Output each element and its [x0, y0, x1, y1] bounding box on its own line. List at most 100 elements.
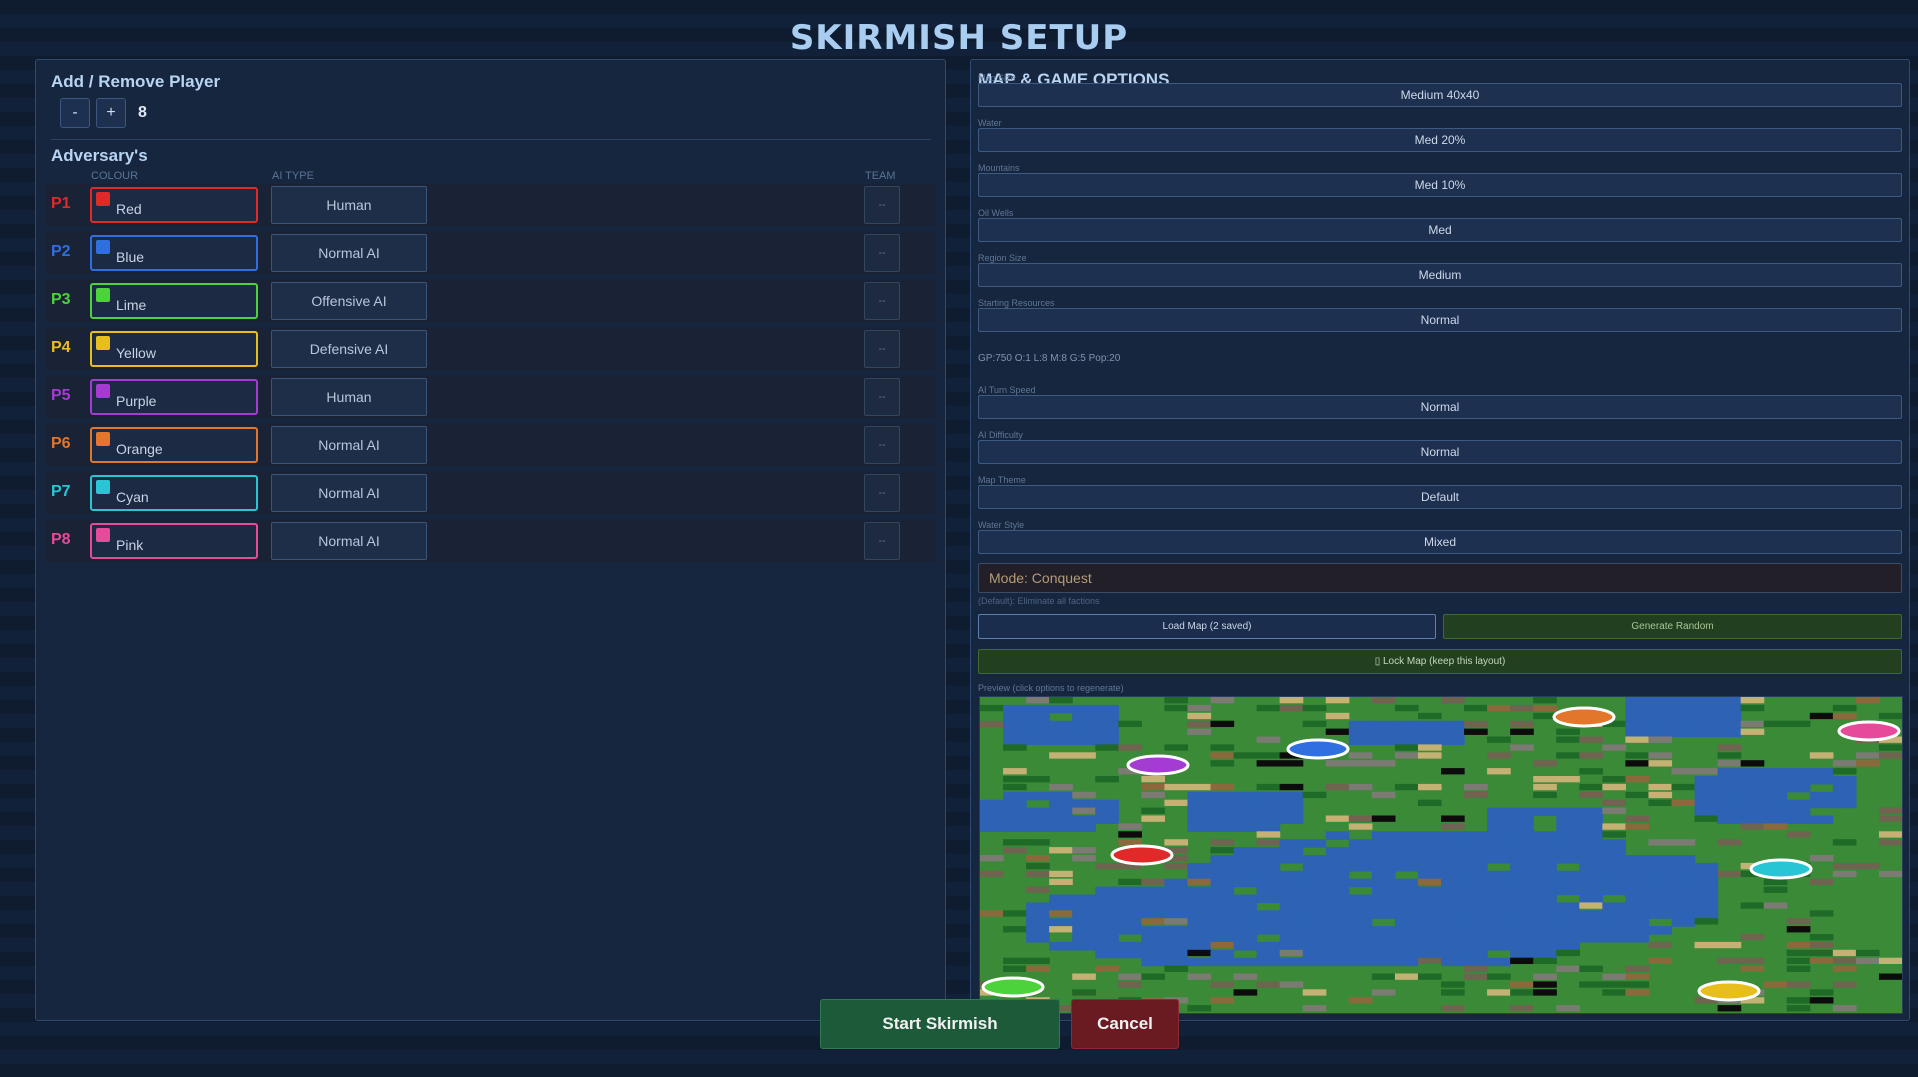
ai-type-select[interactable]: Offensive AI [271, 282, 427, 320]
color-name: Yellow [116, 345, 156, 361]
color-select[interactable]: Yellow [90, 331, 258, 367]
color-swatch [96, 240, 110, 254]
mode-description: (Default): Eliminate all factions [978, 596, 1100, 606]
ai-type-select[interactable]: Normal AI [271, 426, 427, 464]
option-select[interactable]: Medium 40x40 [978, 83, 1902, 107]
player-row: P6 Orange Normal AI -- [45, 424, 936, 466]
option-select[interactable]: Med 20% [978, 128, 1902, 152]
option-select[interactable]: Normal [978, 395, 1902, 419]
preview-label: Preview (click options to regenerate) [978, 683, 1124, 693]
ai-type-select[interactable]: Normal AI [271, 234, 427, 272]
option-select[interactable]: Normal [978, 440, 1902, 464]
color-select[interactable]: Blue [90, 235, 258, 271]
option-label: Region Size [978, 253, 1027, 263]
team-select[interactable]: -- [864, 282, 900, 320]
option-select[interactable]: Default [978, 485, 1902, 509]
player-row: P4 Yellow Defensive AI -- [45, 328, 936, 370]
color-swatch [96, 432, 110, 446]
option-select[interactable]: Med 10% [978, 173, 1902, 197]
option-label: Oil Wells [978, 208, 1014, 218]
color-select[interactable]: Red [90, 187, 258, 223]
color-name: Blue [116, 249, 145, 265]
color-name: Cyan [116, 489, 149, 505]
player-id: P5 [51, 387, 71, 404]
mode-select[interactable]: Mode: Conquest [978, 563, 1902, 593]
player-row: P5 Purple Human -- [45, 376, 936, 418]
player-row: P3 Lime Offensive AI -- [45, 280, 936, 322]
ai-type-select[interactable]: Normal AI [271, 474, 427, 512]
option-label: AI Difficulty [978, 430, 1023, 440]
color-name: Orange [116, 441, 163, 457]
color-swatch [96, 288, 110, 302]
option-select[interactable]: Medium [978, 263, 1902, 287]
player-id: P3 [51, 291, 71, 308]
color-select[interactable]: Pink [90, 523, 258, 559]
color-swatch [96, 192, 110, 206]
color-select[interactable]: Purple [90, 379, 258, 415]
team-select[interactable]: -- [864, 474, 900, 512]
map-preview[interactable] [979, 696, 1903, 1014]
color-swatch [96, 480, 110, 494]
color-swatch [96, 528, 110, 542]
player-start-marker-p5 [1126, 754, 1190, 776]
option-label: Water Style [978, 520, 1025, 530]
options-panel: MAP & GAME OPTIONS Map Size Medium 40x40 W… [970, 59, 1910, 1021]
color-swatch [96, 384, 110, 398]
add-remove-title: Add / Remove Player [51, 72, 221, 91]
color-swatch [96, 336, 110, 350]
option-label: Water [978, 118, 1002, 128]
player-id: P6 [51, 435, 71, 452]
team-select[interactable]: -- [864, 330, 900, 368]
option-label: Starting Resources [978, 298, 1055, 308]
color-name: Pink [116, 537, 144, 553]
ai-type-select[interactable]: Human [271, 186, 427, 224]
generate-random-button[interactable]: Generate Random [1443, 614, 1902, 639]
team-select[interactable]: -- [864, 234, 900, 272]
ai-type-select[interactable]: Human [271, 378, 427, 416]
ai-type-select[interactable]: Normal AI [271, 522, 427, 560]
player-id: P1 [51, 195, 71, 212]
start-skirmish-button[interactable]: Start Skirmish [820, 999, 1060, 1049]
lock-map-toggle[interactable]: ▯ Lock Map (keep this layout) [978, 649, 1902, 674]
option-select[interactable]: Med [978, 218, 1902, 242]
player-start-marker-p7 [1749, 858, 1813, 880]
player-row: P1 Red Human -- [45, 184, 936, 226]
player-start-marker-p1 [1110, 844, 1174, 866]
option-label: Map Theme [978, 475, 1026, 485]
ai-type-column-header: AI TYPE [272, 170, 314, 182]
team-select[interactable]: -- [864, 426, 900, 464]
color-name: Purple [116, 393, 157, 409]
option-label: Mountains [978, 163, 1020, 173]
cancel-button[interactable]: Cancel [1071, 999, 1179, 1049]
player-start-marker-p4 [1697, 980, 1761, 1002]
page-title: SKIRMISH SETUP [789, 18, 1129, 58]
player-start-marker-p3 [981, 976, 1045, 998]
players-panel: Add / Remove Player - + 8 Adversary's CO… [35, 59, 946, 1021]
player-id: P4 [51, 339, 71, 356]
divider [51, 139, 931, 140]
option-label: Map Size [978, 73, 1016, 83]
color-select[interactable]: Orange [90, 427, 258, 463]
option-select[interactable]: Normal [978, 308, 1902, 332]
player-start-marker-p2 [1286, 738, 1350, 760]
option-select[interactable]: Mixed [978, 530, 1902, 554]
player-start-marker-p8 [1837, 720, 1901, 742]
resources-summary: GP:750 O:1 L:8 M:8 G:5 Pop:20 [978, 353, 1121, 364]
team-select[interactable]: -- [864, 378, 900, 416]
ai-type-select[interactable]: Defensive AI [271, 330, 427, 368]
adversaries-title: Adversary's [51, 146, 148, 165]
player-id: P8 [51, 531, 71, 548]
player-row: P8 Pink Normal AI -- [45, 520, 936, 562]
team-select[interactable]: -- [864, 186, 900, 224]
team-column-header: TEAM [865, 170, 896, 182]
remove-player-button[interactable]: - [60, 98, 90, 128]
player-row: P2 Blue Normal AI -- [45, 232, 936, 274]
player-start-marker-p6 [1552, 706, 1616, 728]
color-select[interactable]: Lime [90, 283, 258, 319]
add-player-button[interactable]: + [96, 98, 126, 128]
color-select[interactable]: Cyan [90, 475, 258, 511]
load-map-button[interactable]: Load Map (2 saved) [978, 614, 1436, 639]
player-id: P2 [51, 243, 71, 260]
team-select[interactable]: -- [864, 522, 900, 560]
color-name: Red [116, 201, 142, 217]
